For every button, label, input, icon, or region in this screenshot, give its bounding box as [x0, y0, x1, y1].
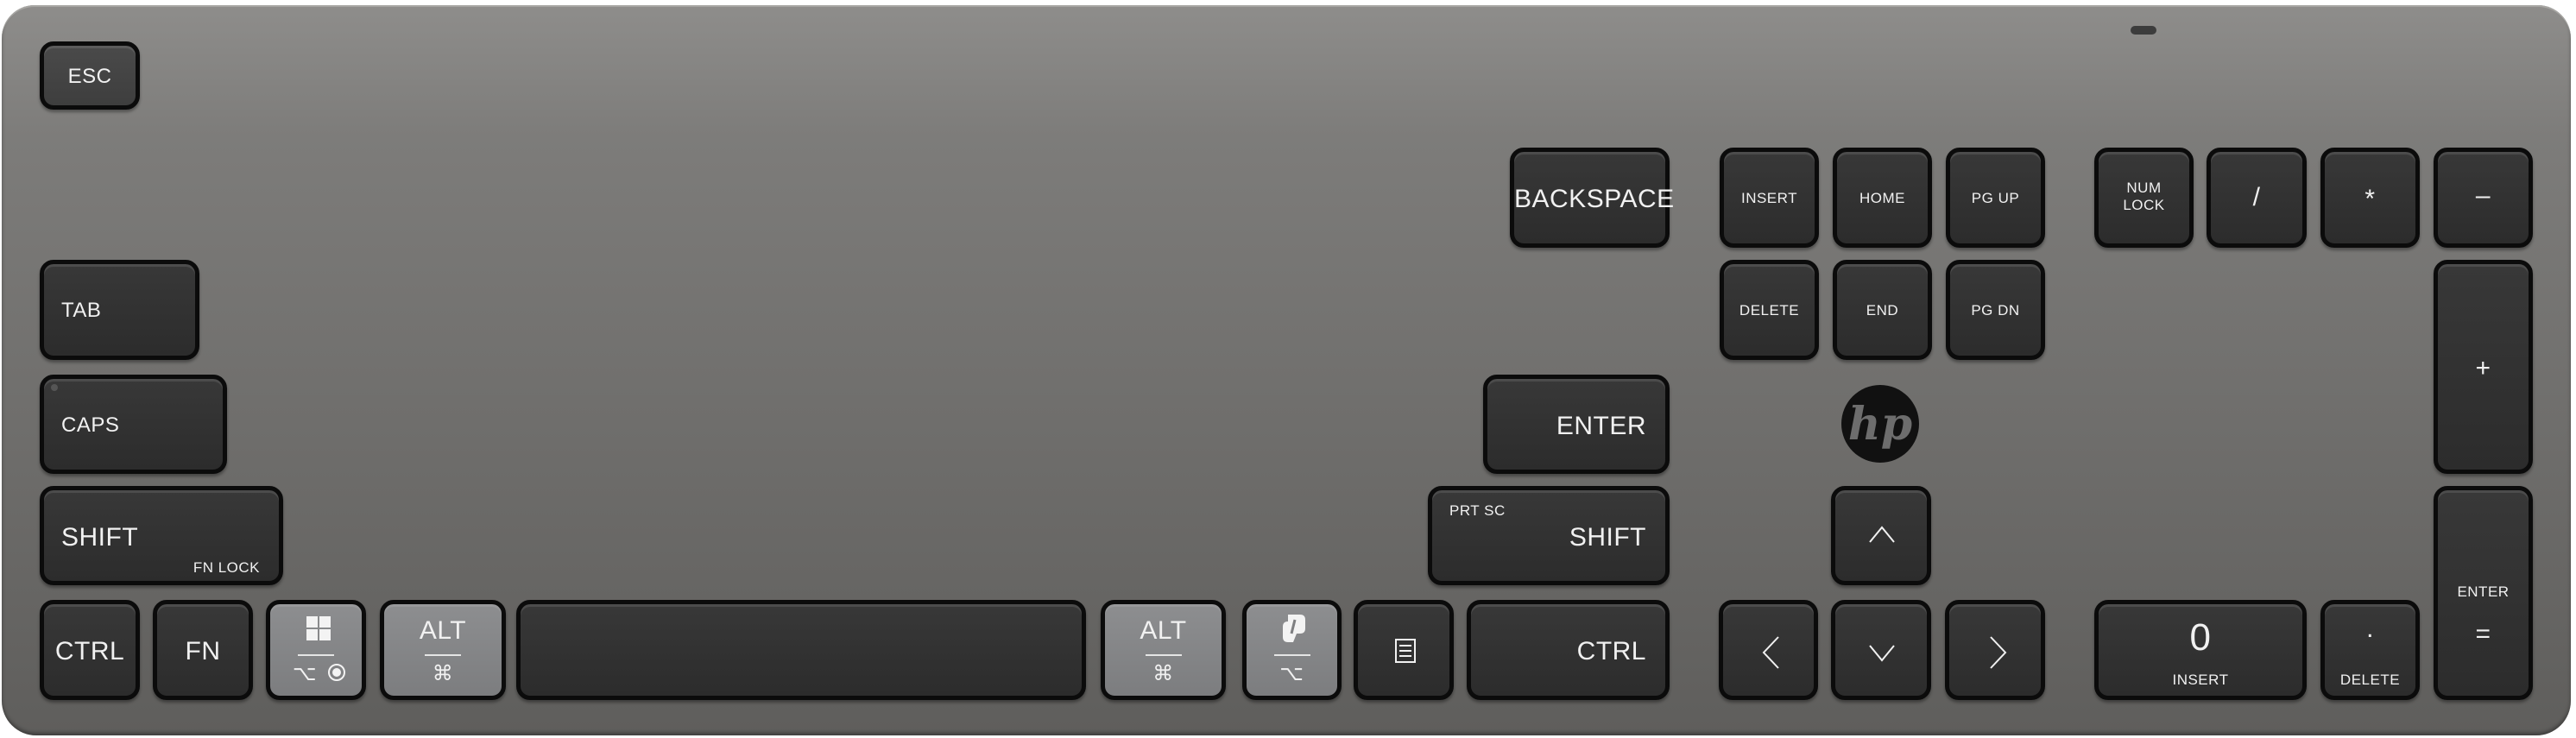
key-alt-right[interactable]: ALT ⌘ [1101, 600, 1226, 700]
key-label: SHIFT [1569, 523, 1646, 552]
key-backspace[interactable]: BACKSPACE [1510, 148, 1675, 248]
key-numpad-divide[interactable]: / [2207, 148, 2307, 248]
windows-logo-icon [306, 616, 331, 645]
key-label: NUM LOCK [2123, 180, 2165, 213]
key-sublabel: DELETE [2339, 672, 2401, 688]
key-label: CTRL [54, 637, 125, 665]
key-shift-left[interactable]: SHIFT FN LOCK [40, 486, 283, 585]
key-delete[interactable]: DELETE [1720, 260, 1819, 360]
key-alt-left[interactable]: ALT ⌘ [380, 600, 506, 700]
context-menu-icon [1395, 639, 1416, 667]
key-label: PG UP [1971, 190, 2020, 206]
key-arrow-right[interactable] [1945, 600, 2045, 700]
key-label: CAPS [61, 413, 120, 437]
key-label: ENTER [1556, 412, 1646, 440]
key-numpad-decimal[interactable]: . DELETE [2320, 600, 2420, 700]
key-label: BACKSPACE [1514, 185, 1675, 213]
key-label: FN [185, 637, 221, 665]
key-sublabel: = [2475, 620, 2491, 648]
key-copilot[interactable]: ⌥ [1242, 600, 1342, 700]
key-arrow-down[interactable] [1831, 600, 1931, 700]
key-fn[interactable]: FN [153, 600, 253, 700]
legend-divider [1145, 654, 1182, 656]
command-symbol: ⌘ [1152, 662, 1174, 685]
key-label: INSERT [1740, 190, 1798, 206]
caps-lock-led [51, 384, 58, 391]
key-numpad-minus[interactable]: – [2434, 148, 2533, 248]
arrow-left-icon [1761, 635, 1780, 674]
arrow-down-icon [1868, 644, 1896, 667]
key-numpad-enter[interactable]: ENTER = [2434, 486, 2533, 700]
arrow-up-icon [1868, 525, 1896, 548]
key-label: – [2475, 181, 2491, 210]
key-insert[interactable]: INSERT [1720, 148, 1819, 248]
key-label: CTRL [1576, 637, 1646, 665]
key-windows[interactable]: ⌥ [266, 600, 366, 700]
key-shift-right[interactable]: PRT SC SHIFT [1428, 486, 1670, 585]
key-page-down[interactable]: PG DN [1946, 260, 2045, 360]
siri-circle-icon [327, 663, 346, 686]
hp-logo-text: hp [1847, 397, 1913, 451]
key-sublabel: INSERT [2172, 672, 2229, 688]
hp-logo: hp [1841, 385, 1919, 463]
key-label: PG DN [1971, 302, 2020, 319]
key-menu[interactable] [1354, 600, 1454, 700]
key-space[interactable] [516, 600, 1086, 700]
key-label: / [2252, 183, 2261, 211]
legend-divider [425, 654, 461, 656]
key-num-lock[interactable]: NUM LOCK [2094, 148, 2194, 248]
key-ctrl-left[interactable]: CTRL [40, 600, 140, 700]
key-numpad-multiply[interactable]: * [2320, 148, 2420, 248]
key-arrow-up[interactable] [1831, 486, 1931, 585]
key-end[interactable]: END [1833, 260, 1932, 360]
key-label: 0 [2189, 616, 2212, 659]
prt-sc-label: PRT SC [1449, 502, 1506, 519]
key-label: ESC [67, 65, 112, 88]
key-label: ALT [419, 616, 467, 645]
key-label: ENTER [2457, 583, 2510, 600]
key-enter[interactable]: ENTER [1483, 375, 1670, 474]
key-label: ALT [1140, 616, 1187, 645]
key-numpad-plus[interactable]: + [2434, 260, 2533, 474]
option-symbol: ⌥ [293, 662, 318, 685]
key-label: END [1866, 302, 1899, 319]
key-ctrl-right[interactable]: CTRL [1467, 600, 1670, 700]
key-label: * [2364, 185, 2376, 213]
fn-lock-label: FN LOCK [193, 559, 260, 576]
legend-divider [298, 654, 334, 656]
command-symbol: ⌘ [432, 662, 454, 685]
key-tab[interactable]: TAB [40, 260, 199, 360]
arrow-right-icon [1989, 635, 2008, 674]
key-esc[interactable]: ESC [40, 41, 140, 110]
key-home[interactable]: HOME [1833, 148, 1932, 248]
key-label: SHIFT [61, 523, 139, 552]
key-label: TAB [61, 299, 102, 322]
key-label: . [2366, 615, 2374, 643]
key-page-up[interactable]: PG UP [1946, 148, 2045, 248]
key-caps-lock[interactable]: CAPS [40, 375, 227, 474]
legend-divider [1273, 654, 1310, 656]
key-label: + [2475, 354, 2491, 382]
option-symbol: ⌥ [1279, 662, 1304, 685]
key-numpad-0[interactable]: 0 INSERT [2094, 600, 2307, 700]
key-label: DELETE [1739, 302, 1800, 319]
key-arrow-left[interactable] [1719, 600, 1818, 700]
status-led-bar [2131, 26, 2156, 35]
key-label: HOME [1859, 190, 1905, 206]
copilot-icon [1279, 613, 1309, 648]
